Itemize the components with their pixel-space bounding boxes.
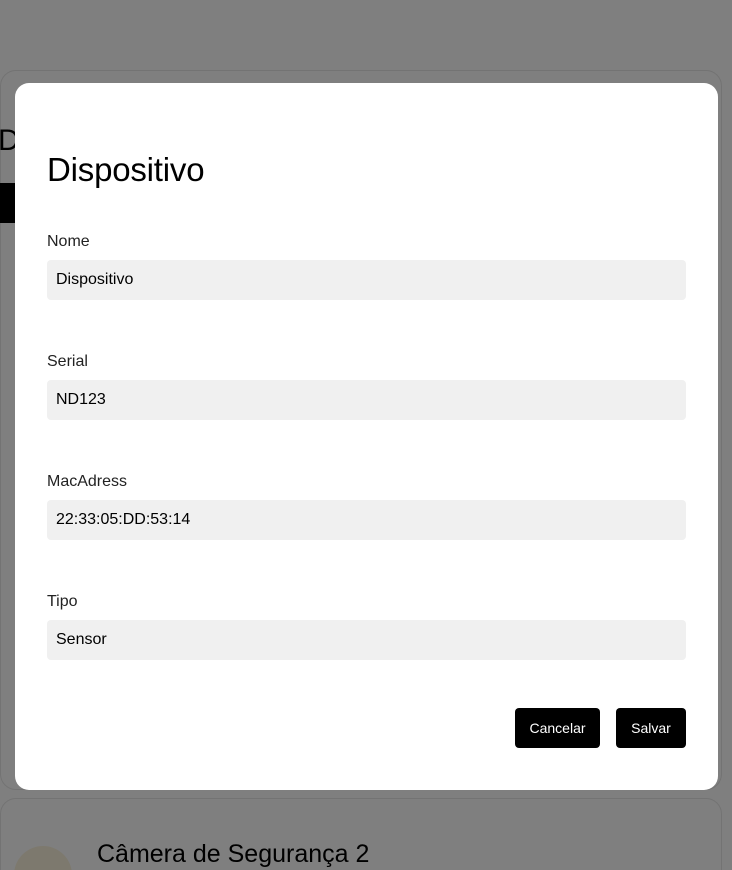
- macaddress-label: MacAdress: [47, 473, 128, 490]
- cancel-button[interactable]: Cancelar: [515, 708, 600, 748]
- serial-input[interactable]: [47, 380, 686, 420]
- serial-label: Serial: [47, 353, 88, 370]
- nome-label: Nome: [47, 233, 90, 250]
- modal-title: Dispositivo: [47, 151, 205, 188]
- tipo-input[interactable]: [47, 620, 686, 660]
- device-modal: Dispositivo Nome Serial MacAdress Tipo C…: [15, 83, 718, 790]
- nome-input[interactable]: [47, 260, 686, 300]
- save-button[interactable]: Salvar: [616, 708, 686, 748]
- tipo-label: Tipo: [47, 593, 78, 610]
- macaddress-input[interactable]: [47, 500, 686, 540]
